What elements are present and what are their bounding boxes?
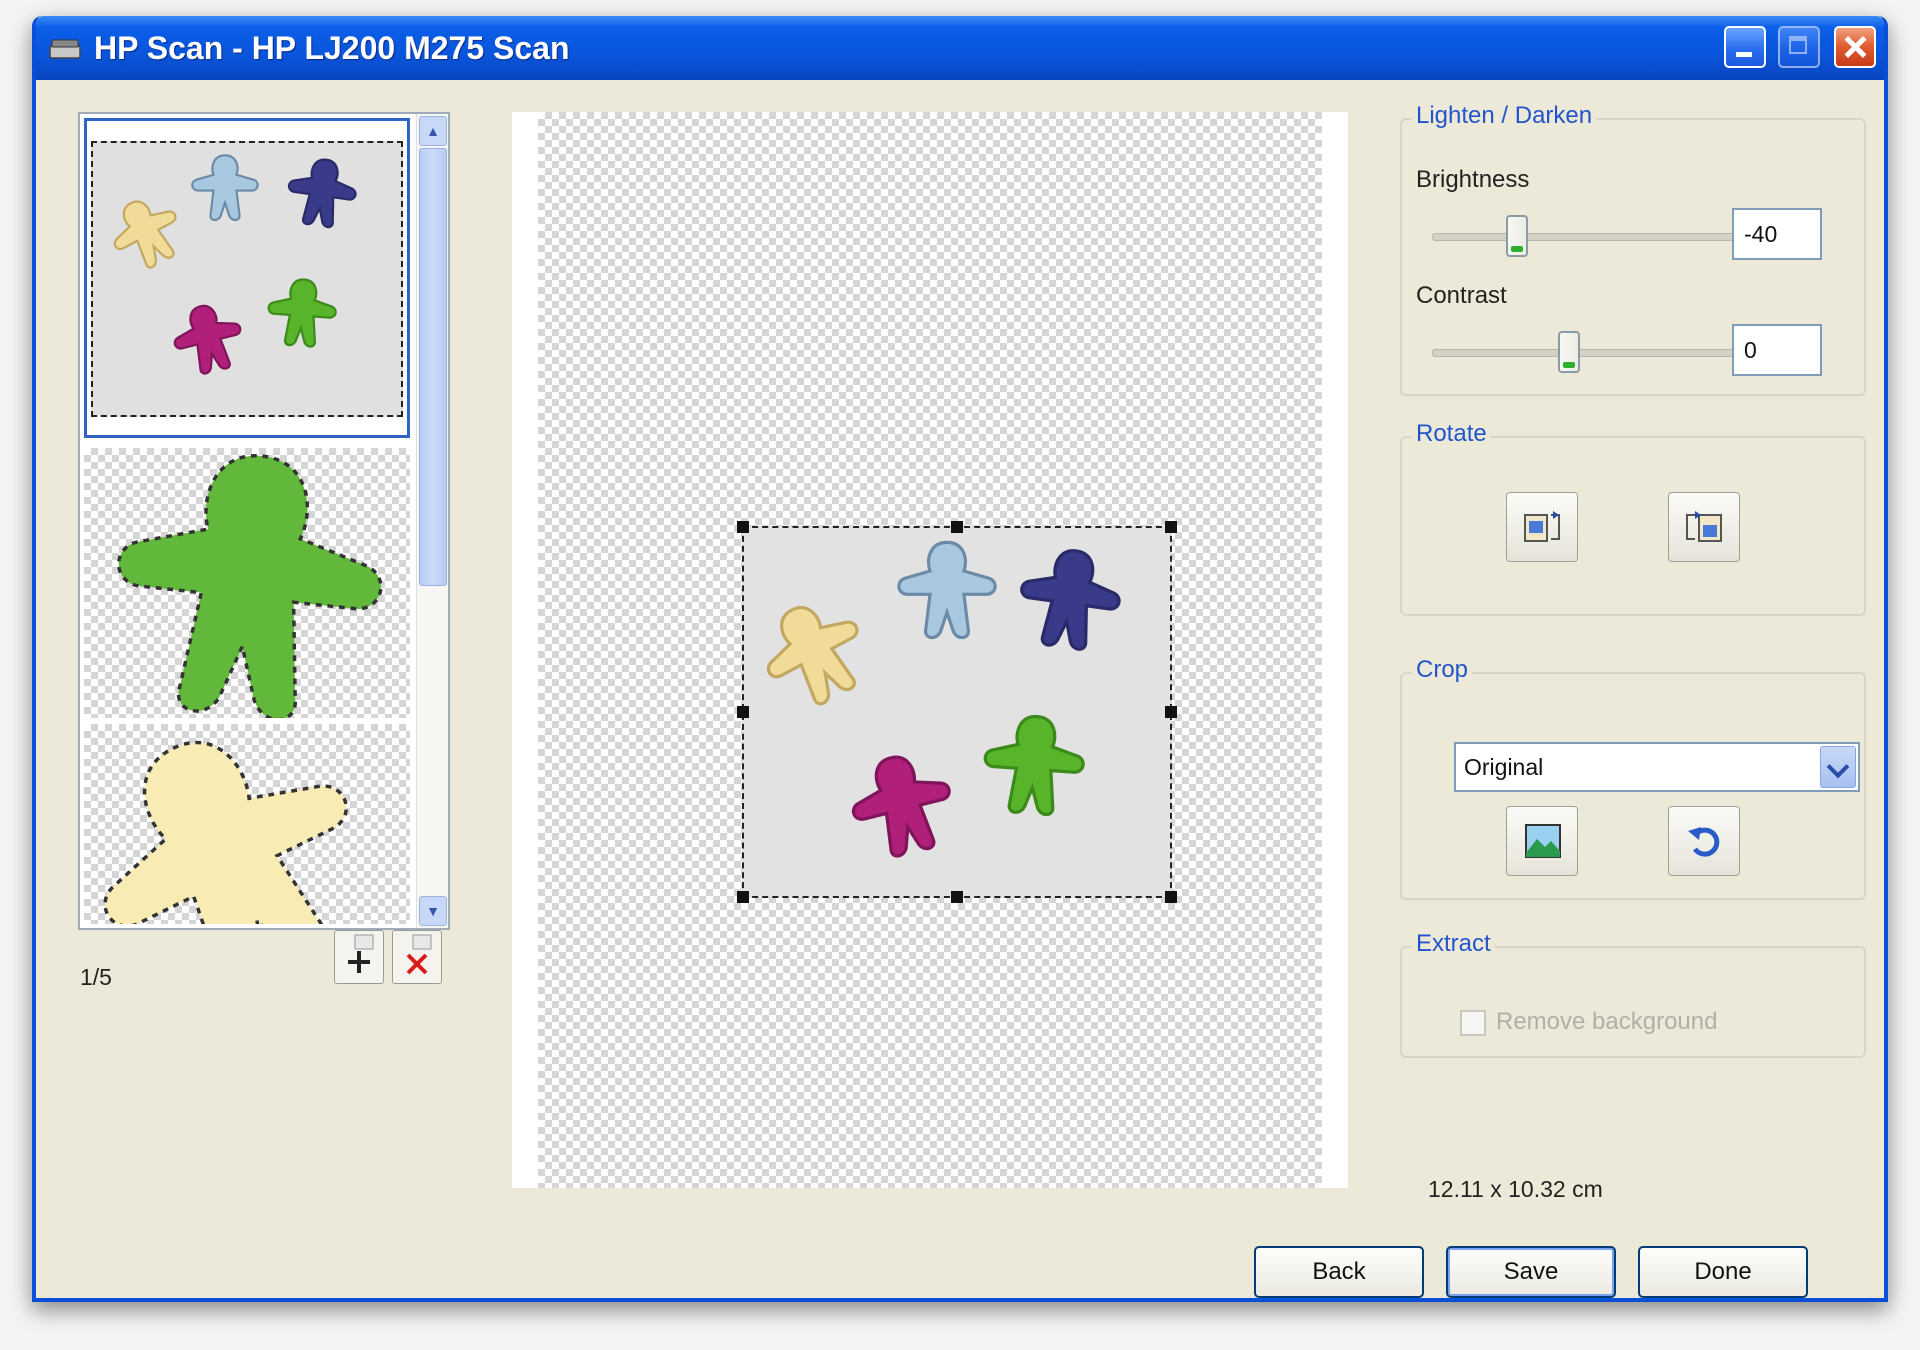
thumbnail-preview [91, 141, 403, 417]
add-page-icon [348, 934, 374, 973]
brightness-input[interactable] [1732, 208, 1822, 260]
thumbnail-all-figures[interactable] [84, 118, 410, 438]
extract-group: Extract [1400, 930, 1866, 1058]
chevron-down-icon[interactable] [1820, 746, 1856, 788]
extract-title: Extract [1412, 930, 1495, 958]
scroll-up-arrow-icon[interactable]: ▲ [419, 116, 447, 146]
scroll-down-arrow-icon[interactable]: ▼ [419, 896, 447, 926]
green-figure-image [102, 440, 396, 731]
window-title: HP Scan - HP LJ200 M275 Scan [94, 30, 570, 66]
remove-background-checkbox[interactable] [1460, 1010, 1486, 1036]
crop-size-value: Original [1464, 754, 1544, 780]
contrast-label: Contrast [1416, 282, 1507, 309]
contrast-slider-thumb[interactable] [1558, 331, 1580, 373]
maximize-button[interactable] [1778, 26, 1820, 68]
crop-auto-button[interactable] [1506, 806, 1578, 876]
rotate-group: Rotate [1400, 420, 1866, 616]
scan-dimensions: 12.11 x 10.32 cm [1428, 1176, 1603, 1202]
undo-icon [1688, 827, 1720, 857]
yellow-figure-image [80, 688, 408, 928]
save-button[interactable]: Save [1446, 1246, 1616, 1298]
contrast-slider-track[interactable] [1432, 349, 1742, 357]
contrast-input[interactable] [1732, 324, 1822, 376]
back-button[interactable]: Back [1254, 1246, 1424, 1298]
crop-handle-right[interactable] [1165, 706, 1177, 718]
crop-selection[interactable] [737, 521, 1177, 903]
brightness-slider-thumb[interactable] [1506, 215, 1528, 257]
rotate-title: Rotate [1412, 420, 1491, 448]
crop-handle-bottom[interactable] [951, 891, 963, 903]
delete-page-button[interactable] [392, 930, 442, 984]
lighten-darken-title: Lighten / Darken [1412, 102, 1597, 130]
rotate-right-button[interactable] [1668, 492, 1740, 562]
crop-reset-button[interactable] [1668, 806, 1740, 876]
thumbnail-yellow-figure[interactable] [80, 688, 410, 928]
title-bar[interactable]: HP Scan - HP LJ200 M275 Scan [36, 16, 1884, 80]
brightness-label: Brightness [1416, 166, 1530, 193]
thumbnail-list[interactable]: ▲ ▼ [78, 112, 450, 930]
thumbnail-scrollbar[interactable]: ▲ ▼ [416, 114, 448, 928]
add-page-button[interactable] [334, 930, 384, 984]
scanner-icon [49, 39, 81, 59]
crop-size-dropdown[interactable]: Original [1454, 742, 1860, 792]
crop-handle-top[interactable] [951, 521, 963, 533]
rotate-right-icon [1686, 511, 1722, 542]
rotate-left-icon [1524, 511, 1560, 542]
hp-scan-window: HP Scan - HP LJ200 M275 Scan ▲ ▼ 1/5 Lig… [32, 16, 1888, 1302]
scrollbar-thumb[interactable] [419, 148, 447, 586]
figures-thumbnail-image [99, 153, 361, 381]
remove-background-label: Remove background [1496, 1008, 1718, 1035]
crop-handle-top-right[interactable] [1165, 521, 1177, 533]
crop-handle-bottom-right[interactable] [1165, 891, 1177, 903]
crop-handle-top-left[interactable] [737, 521, 749, 533]
page-count: 1/5 [80, 964, 112, 990]
minimize-button[interactable] [1724, 26, 1766, 68]
delete-page-icon [406, 934, 432, 975]
done-button[interactable]: Done [1638, 1246, 1808, 1298]
crop-handle-left[interactable] [737, 706, 749, 718]
rotate-left-button[interactable] [1506, 492, 1578, 562]
scanned-figures-image [746, 540, 1127, 866]
crop-title: Crop [1412, 656, 1473, 684]
thumbnail-green-figure[interactable] [84, 440, 410, 731]
close-button[interactable] [1834, 26, 1876, 68]
brightness-slider-track[interactable] [1432, 233, 1742, 241]
image-crop-icon [1525, 824, 1561, 858]
crop-handle-bottom-left[interactable] [737, 891, 749, 903]
